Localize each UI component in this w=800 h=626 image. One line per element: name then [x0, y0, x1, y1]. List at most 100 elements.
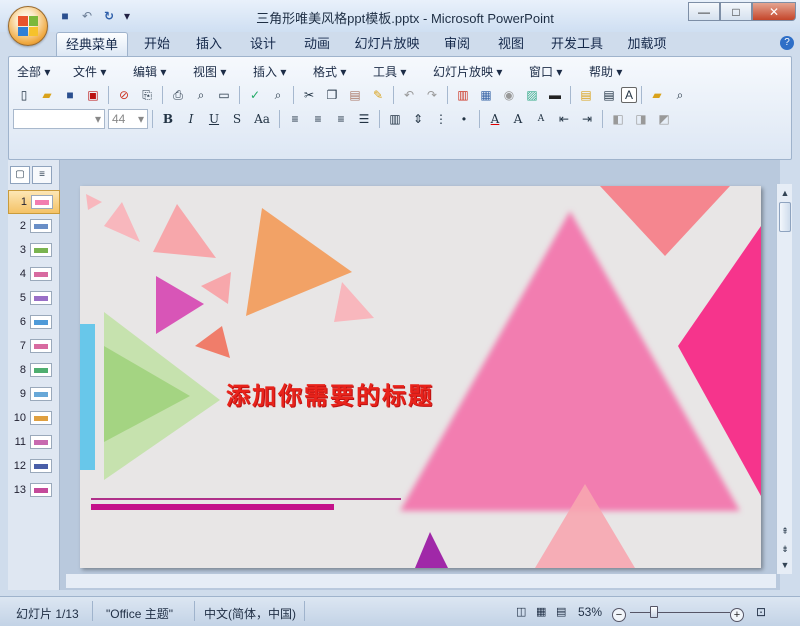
underline-button[interactable]: U	[203, 109, 225, 129]
pdf-icon[interactable]: ▣	[82, 85, 104, 105]
slide-layout-icon[interactable]: ▤	[598, 85, 620, 105]
slide-thumbnail-item[interactable]: 12	[8, 454, 60, 478]
permission-icon[interactable]: ⊘	[113, 85, 135, 105]
office-button[interactable]	[8, 6, 48, 46]
slide-thumbnail-item[interactable]: 10	[8, 406, 60, 430]
menu-edit[interactable]: 编辑 ▾	[133, 63, 191, 80]
slide-sorter-icon[interactable]: ▦	[536, 605, 546, 618]
print-icon[interactable]: ⎙	[167, 85, 189, 105]
zoom-slider[interactable]: − +	[612, 605, 748, 622]
print-preview-icon[interactable]: ⌕	[190, 85, 212, 105]
tab-view[interactable]: 视图	[492, 32, 530, 56]
zoom-level[interactable]: 53%	[578, 605, 602, 619]
clipart-icon[interactable]: ◉	[498, 85, 520, 105]
menu-all[interactable]: 全部 ▾	[17, 63, 71, 80]
vertical-scrollbar[interactable]: ▲ ⇞ ⇟ ▼	[776, 184, 792, 574]
table-icon[interactable]: ▦	[475, 85, 497, 105]
picture-icon[interactable]: ▨	[521, 85, 543, 105]
slideshow-view-icon[interactable]: ▤	[556, 605, 566, 618]
font-name-combo[interactable]: ▾	[13, 109, 105, 129]
menu-window[interactable]: 窗口 ▾	[529, 63, 587, 80]
menu-file[interactable]: 文件 ▾	[73, 63, 131, 80]
scroll-thumb[interactable]	[779, 202, 791, 232]
undo-icon[interactable]: ↶	[398, 85, 420, 105]
close-button[interactable]: ✕	[752, 2, 796, 21]
bullets-icon[interactable]: •	[453, 109, 475, 129]
slide-thumbnail-item[interactable]: 13	[8, 478, 60, 502]
menu-format[interactable]: 格式 ▾	[313, 63, 371, 80]
slide-thumbnail-item[interactable]: 5	[8, 286, 60, 310]
shadow-button[interactable]: S	[226, 109, 248, 129]
slide-thumbnail-item[interactable]: 3	[8, 238, 60, 262]
attach-icon[interactable]: ⎘	[136, 85, 158, 105]
tab-review[interactable]: 审阅	[438, 32, 476, 56]
quick-styles-icon[interactable]: ◩	[653, 109, 675, 129]
layout-icon[interactable]: ▭	[213, 85, 235, 105]
tab-outline[interactable]: ≡	[32, 166, 52, 184]
horizontal-scrollbar[interactable]	[66, 574, 776, 588]
slide-thumbnail-item[interactable]: 6	[8, 310, 60, 334]
save-icon[interactable]: ■	[56, 7, 74, 25]
save-icon[interactable]: ■	[59, 85, 81, 105]
change-case-button[interactable]: Aa	[249, 109, 275, 129]
spelling-icon[interactable]: ✓	[244, 85, 266, 105]
grow-font-button[interactable]: A	[507, 109, 529, 129]
menu-slideshow[interactable]: 幻灯片放映 ▾	[433, 63, 527, 80]
folder-icon[interactable]: ▰	[646, 85, 668, 105]
slide-thumbnail-item[interactable]: 9	[8, 382, 60, 406]
tab-design[interactable]: 设计	[244, 32, 282, 56]
slide-thumbnail-item[interactable]: 2	[8, 214, 60, 238]
decrease-indent-icon[interactable]: ⇤	[553, 109, 575, 129]
format-painter-icon[interactable]: ✎	[367, 85, 389, 105]
tab-slideshow[interactable]: 幻灯片放映	[352, 32, 422, 56]
tab-classic-menu[interactable]: 经典菜单	[56, 32, 128, 56]
menu-insert[interactable]: 插入 ▾	[253, 63, 311, 80]
paste-icon[interactable]: ▤	[344, 85, 366, 105]
slide-thumbnail-item[interactable]: 11	[8, 430, 60, 454]
redo-icon[interactable]: ↷	[421, 85, 443, 105]
zoom-knob[interactable]	[649, 606, 658, 618]
italic-button[interactable]: I	[180, 109, 202, 129]
font-size-combo[interactable]: 44 ▾	[108, 109, 148, 129]
scroll-down-icon[interactable]: ▼	[778, 558, 792, 572]
slide-thumbnail-item[interactable]: 4	[8, 262, 60, 286]
copy-icon[interactable]: ❐	[321, 85, 343, 105]
new-slide-icon[interactable]: ▤	[575, 85, 597, 105]
tab-developer[interactable]: 开发工具	[546, 32, 608, 56]
numbering-icon[interactable]: ⋮	[430, 109, 452, 129]
slide-thumbnail-item[interactable]: 7	[8, 334, 60, 358]
slide-title[interactable]: 添加你需要的标题	[226, 376, 434, 411]
menu-tools[interactable]: 工具 ▾	[373, 63, 431, 80]
maximize-button[interactable]: □	[720, 2, 752, 21]
minimize-button[interactable]: —	[688, 2, 720, 21]
chart-icon[interactable]: ▥	[452, 85, 474, 105]
scroll-up-icon[interactable]: ▲	[778, 186, 792, 200]
columns-icon[interactable]: ▥	[384, 109, 406, 129]
textbox-icon[interactable]: A	[621, 87, 637, 103]
align-left-icon[interactable]: ≡	[284, 109, 306, 129]
open-icon[interactable]: ▰	[36, 85, 58, 105]
shapes-icon[interactable]: ◧	[607, 109, 629, 129]
tab-home[interactable]: 开始	[138, 32, 176, 56]
increase-indent-icon[interactable]: ⇥	[576, 109, 598, 129]
align-right-icon[interactable]: ≡	[330, 109, 352, 129]
bold-button[interactable]: B	[157, 109, 179, 129]
language-indicator[interactable]: 中文(简体，中国)	[204, 605, 296, 622]
zoom-out-button[interactable]: −	[612, 608, 626, 622]
customize-qat-icon[interactable]: ▾	[122, 7, 132, 25]
normal-view-icon[interactable]: ◫	[516, 605, 526, 618]
research-icon[interactable]: ⌕	[267, 85, 289, 105]
previous-slide-icon[interactable]: ⇞	[778, 524, 792, 538]
tab-slides[interactable]: ▢	[10, 166, 30, 184]
menu-view[interactable]: 视图 ▾	[193, 63, 251, 80]
tab-insert[interactable]: 插入	[190, 32, 228, 56]
justify-icon[interactable]: ☰	[353, 109, 375, 129]
arrange-icon[interactable]: ◨	[630, 109, 652, 129]
shrink-font-button[interactable]: A	[530, 109, 552, 129]
menu-help[interactable]: 帮助 ▾	[589, 63, 647, 80]
undo-icon[interactable]: ↶	[78, 7, 96, 25]
redo-icon[interactable]: ↻	[100, 7, 118, 25]
line-spacing-icon[interactable]: ⇕	[407, 109, 429, 129]
font-color-button[interactable]: A	[484, 109, 506, 129]
zoom-in-button[interactable]: +	[730, 608, 744, 622]
